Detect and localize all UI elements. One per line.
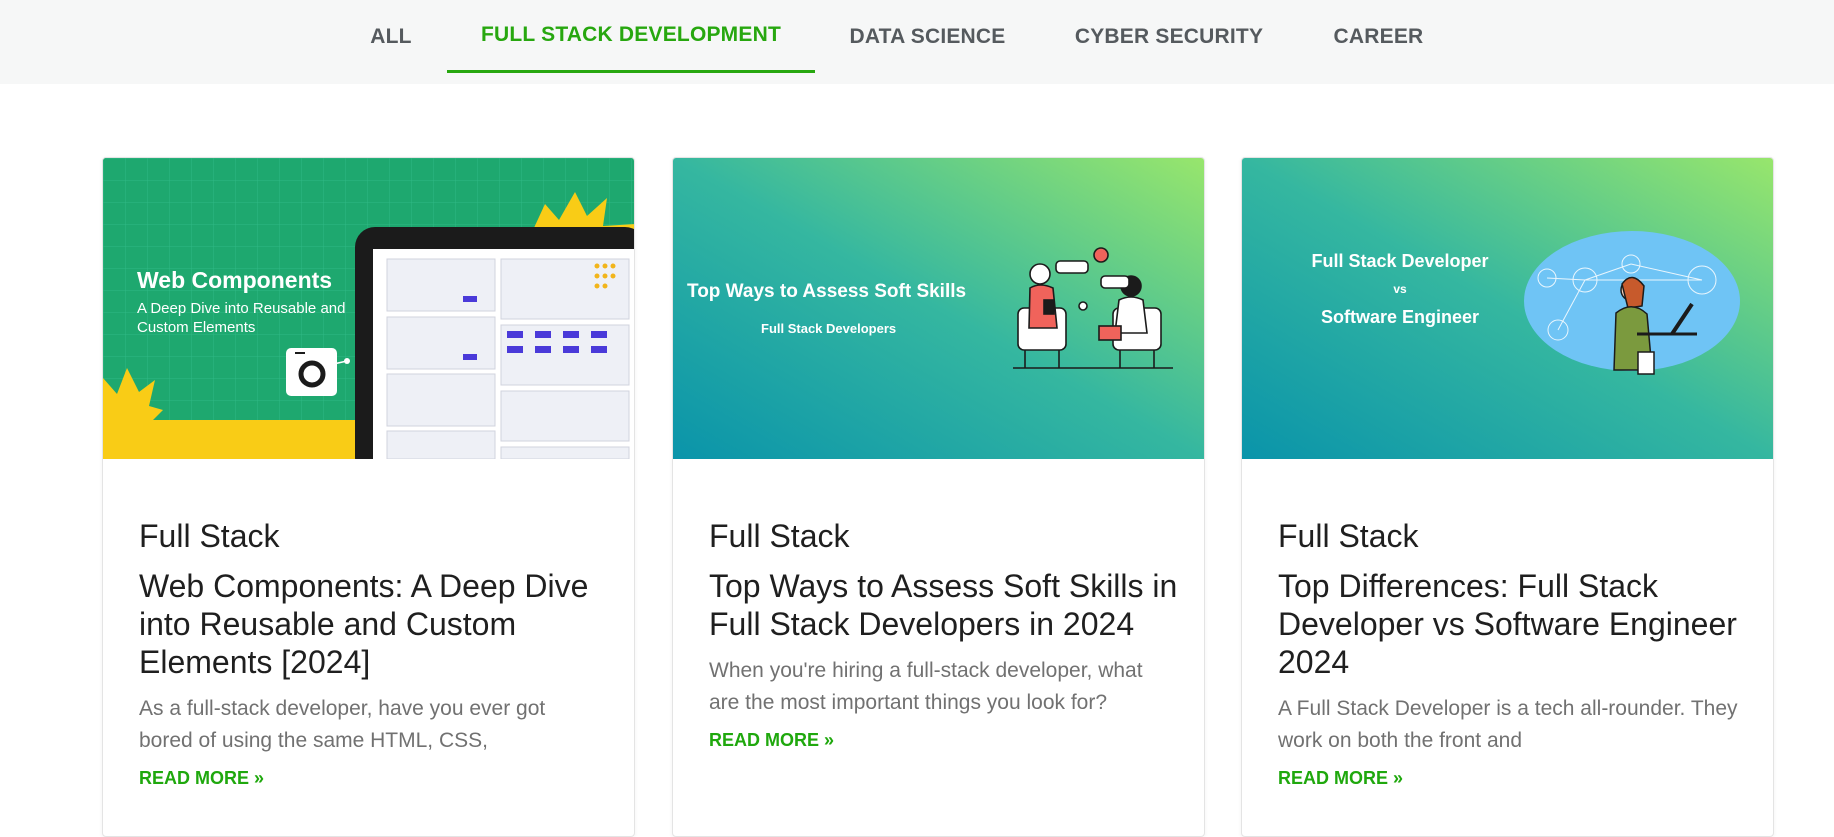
- blog-card[interactable]: Full Stack Developer vs Software Enginee…: [1241, 157, 1774, 837]
- tab-all[interactable]: ALL: [360, 0, 422, 73]
- web-components-illustration: Web Components A Deep Dive into Reusable…: [103, 158, 634, 459]
- card-thumbnail[interactable]: Top Ways to Assess Soft Skills Full Stac…: [673, 158, 1204, 459]
- card-category: Full Stack: [709, 518, 850, 554]
- fullstack-vs-engineer-illustration: Full Stack Developer vs Software Enginee…: [1242, 158, 1773, 459]
- read-more-link[interactable]: READ MORE »: [139, 768, 264, 789]
- blog-card[interactable]: Top Ways to Assess Soft Skills Full Stac…: [672, 157, 1205, 837]
- read-more-link[interactable]: READ MORE »: [709, 730, 834, 751]
- tab-cyber-security[interactable]: CYBER SECURITY: [1070, 0, 1268, 73]
- thumb-heading: Web Components: [137, 267, 332, 293]
- tab-data-science[interactable]: DATA SCIENCE: [845, 0, 1010, 73]
- card-title[interactable]: Web Components: A Deep Dive into Reusabl…: [139, 567, 609, 681]
- blog-card[interactable]: Web Components A Deep Dive into Reusable…: [102, 157, 635, 837]
- card-excerpt: A Full Stack Developer is a tech all-rou…: [1278, 697, 1738, 752]
- card-excerpt: As a full-stack developer, have you ever…: [139, 697, 546, 752]
- tab-career[interactable]: CAREER: [1326, 0, 1431, 73]
- card-title[interactable]: Top Differences: Full Stack Developer vs…: [1278, 567, 1748, 681]
- card-thumbnail[interactable]: Full Stack Developer vs Software Enginee…: [1242, 158, 1773, 459]
- thumb-heading: Top Ways to Assess Soft Skills: [687, 281, 966, 302]
- thumb-subtitle: Full Stack Developers: [761, 321, 896, 336]
- tab-full-stack-development[interactable]: FULL STACK DEVELOPMENT: [447, 0, 815, 73]
- thumb-subtitle-1: A Deep Dive into Reusable and: [137, 300, 345, 317]
- card-category: Full Stack: [1278, 518, 1419, 554]
- thumb-line-1: Full Stack Developer: [1311, 251, 1488, 271]
- soft-skills-illustration: Top Ways to Assess Soft Skills Full Stac…: [673, 158, 1204, 459]
- card-title[interactable]: Top Ways to Assess Soft Skills in Full S…: [709, 567, 1179, 643]
- category-tab-bar: ALL FULL STACK DEVELOPMENT DATA SCIENCE …: [0, 0, 1834, 84]
- thumb-subtitle-2: Custom Elements: [137, 319, 255, 336]
- thumb-line-3: Software Engineer: [1321, 307, 1479, 327]
- card-thumbnail[interactable]: Web Components A Deep Dive into Reusable…: [103, 158, 634, 459]
- card-excerpt: When you're hiring a full-stack develope…: [709, 659, 1143, 714]
- thumb-line-2: vs: [1393, 282, 1407, 296]
- read-more-link[interactable]: READ MORE »: [1278, 768, 1403, 789]
- card-category: Full Stack: [139, 518, 280, 554]
